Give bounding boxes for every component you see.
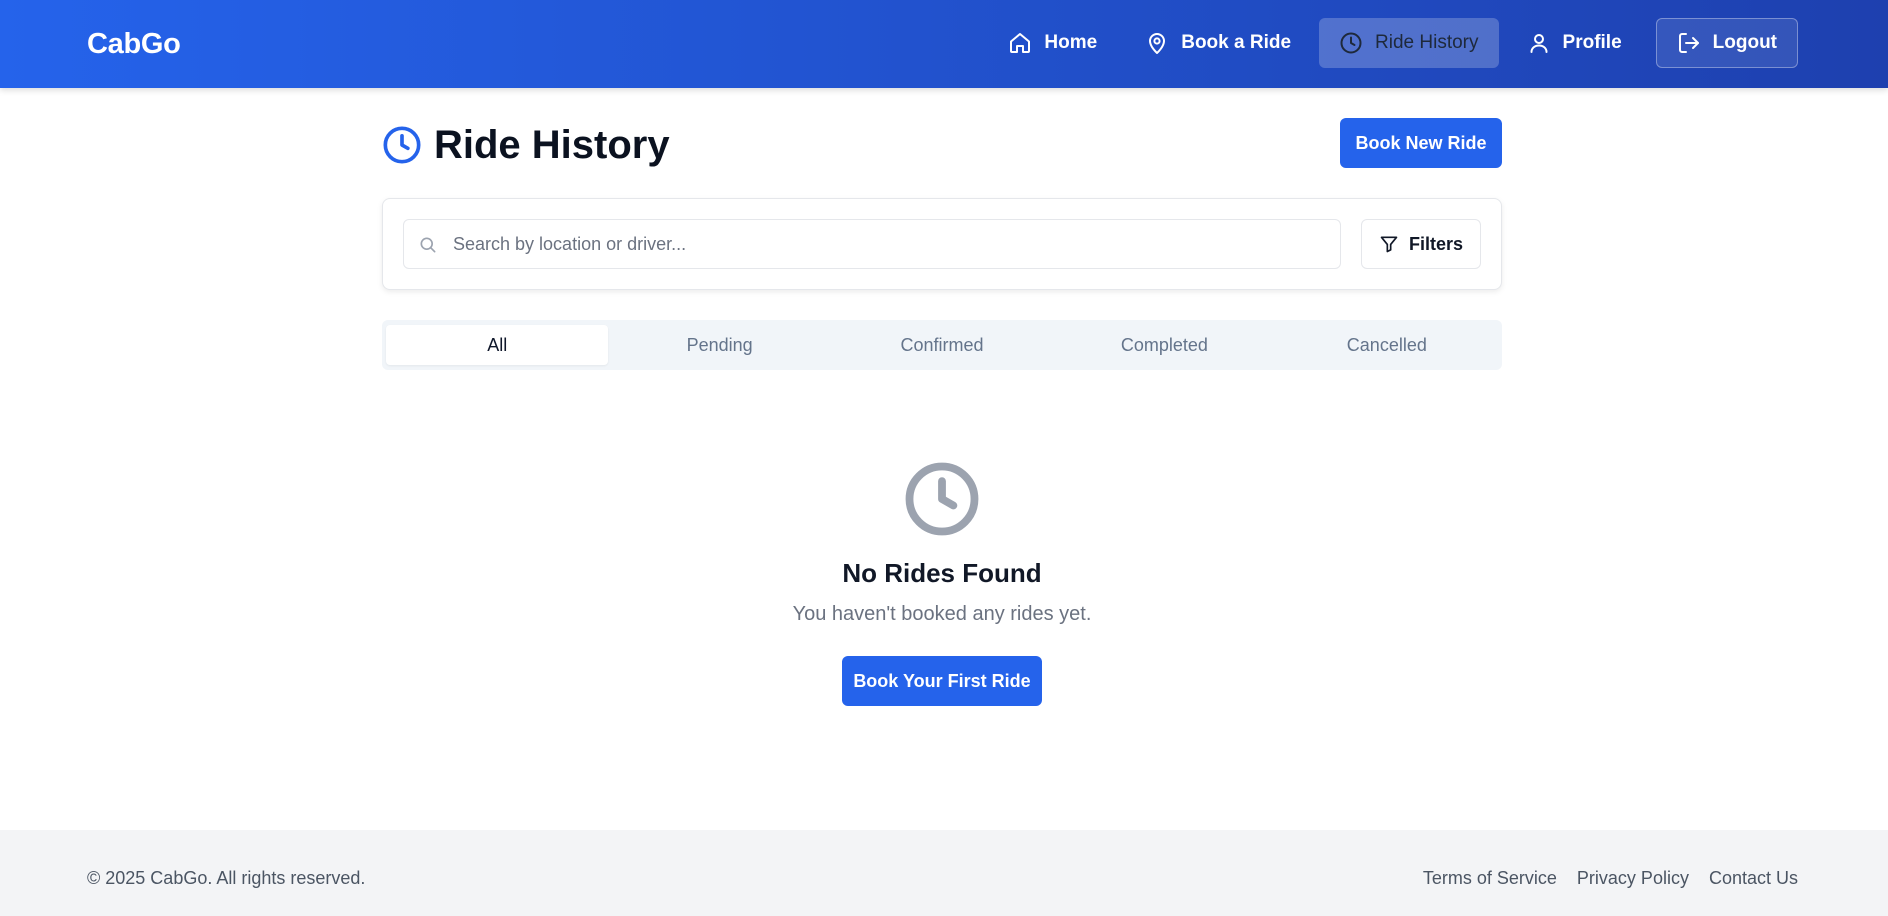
contact-link[interactable]: Contact Us xyxy=(1709,868,1798,889)
user-icon xyxy=(1530,34,1548,53)
nav-ride-history-label: Ride History xyxy=(1375,32,1479,53)
empty-state-subtitle: You haven't booked any rides yet. xyxy=(792,603,1092,625)
top-navbar: CabGo Home Book a Ride Ride History Prof… xyxy=(0,0,1888,88)
status-tabs: All Pending Confirmed Completed Cancelle… xyxy=(382,320,1502,370)
page-header: Ride History Book New Ride xyxy=(382,118,1502,172)
tab-all[interactable]: All xyxy=(386,325,609,365)
page-title: Ride History xyxy=(382,118,670,172)
logout-icon xyxy=(1678,33,1699,53)
privacy-link[interactable]: Privacy Policy xyxy=(1577,868,1689,889)
logout-button[interactable]: Logout xyxy=(1655,18,1798,68)
brand-logo[interactable]: CabGo xyxy=(87,0,181,88)
nav-profile-label: Profile xyxy=(1562,32,1622,53)
nav-home-label: Home xyxy=(1044,32,1098,53)
nav-profile[interactable]: Profile xyxy=(1507,18,1642,68)
footer: © 2025 CabGo. All rights reserved. Terms… xyxy=(0,830,1888,916)
search-card: Filters xyxy=(382,198,1502,290)
nav-home[interactable]: Home xyxy=(988,18,1117,68)
tab-confirmed[interactable]: Confirmed xyxy=(831,325,1053,365)
copyright-text: © 2025 CabGo. All rights reserved. xyxy=(87,867,366,888)
filter-icon xyxy=(1380,236,1398,253)
map-pin-icon xyxy=(1149,33,1166,54)
empty-state: No Rides Found You haven't booked any ri… xyxy=(382,460,1502,720)
filters-label: Filters xyxy=(1408,233,1464,254)
main-nav: Home Book a Ride Ride History Profile Lo… xyxy=(988,18,1798,68)
search-field xyxy=(403,219,1341,269)
footer-links: Terms of Service Privacy Policy Contact … xyxy=(1423,830,1798,916)
logout-label: Logout xyxy=(1712,32,1777,53)
nav-book-a-ride-label: Book a Ride xyxy=(1181,32,1292,53)
search-icon xyxy=(420,237,436,253)
tab-completed[interactable]: Completed xyxy=(1053,325,1275,365)
book-new-ride-button[interactable]: Book New Ride xyxy=(1340,118,1502,168)
home-icon xyxy=(1010,33,1031,53)
empty-clock-icon xyxy=(903,460,981,538)
clock-icon xyxy=(383,126,421,164)
nav-ride-history[interactable]: Ride History xyxy=(1319,18,1499,68)
terms-link[interactable]: Terms of Service xyxy=(1423,868,1557,889)
book-first-ride-button[interactable]: Book Your First Ride xyxy=(842,656,1042,706)
tab-cancelled[interactable]: Cancelled xyxy=(1276,325,1498,365)
nav-book-a-ride[interactable]: Book a Ride xyxy=(1125,18,1311,68)
filters-button[interactable]: Filters xyxy=(1361,219,1481,269)
page-title-text: Ride History xyxy=(434,122,670,167)
empty-state-title: No Rides Found xyxy=(842,558,1042,588)
tab-pending[interactable]: Pending xyxy=(608,325,830,365)
search-input[interactable] xyxy=(453,221,1313,267)
clock-icon xyxy=(1340,32,1362,54)
